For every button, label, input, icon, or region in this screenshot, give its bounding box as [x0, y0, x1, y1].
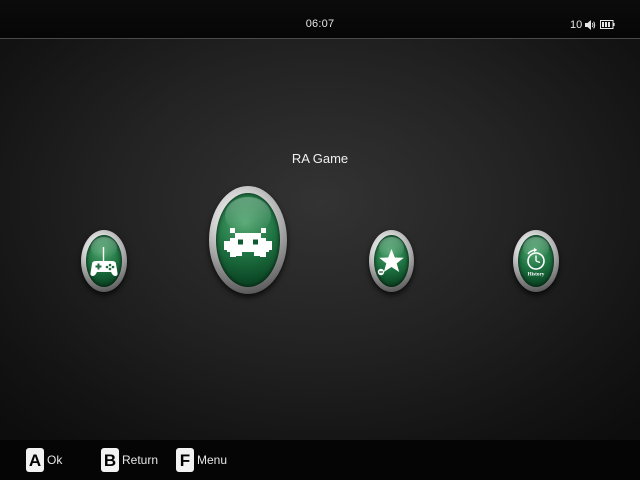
retroarch-button-face — [216, 193, 280, 287]
clock: 06:07 — [305, 18, 335, 30]
hint-ok[interactable]: A Ok — [26, 447, 62, 473]
star-icon — [377, 249, 404, 276]
games-button-face — [86, 235, 122, 287]
battery-icon — [600, 20, 615, 29]
volume-indicator: 10 — [570, 18, 596, 31]
gamepad-icon — [90, 247, 118, 276]
a-key-icon: A — [26, 448, 44, 472]
retroarch-invader-icon — [224, 228, 272, 257]
history-caption: History — [528, 272, 545, 278]
f-key-icon: F — [176, 448, 194, 472]
hint-return-label: Return — [122, 453, 159, 467]
history-button[interactable]: History — [513, 230, 559, 292]
hint-ok-label: Ok — [47, 453, 63, 467]
b-key-icon: B — [101, 448, 119, 472]
hint-return[interactable]: B Return — [101, 447, 158, 473]
game-menu-screen: 06:07 10 RA Game History A Ok B Return F… — [0, 0, 640, 480]
volume-level: 10 — [570, 18, 583, 31]
hint-menu-label: Menu — [197, 453, 228, 467]
games-button[interactable] — [81, 230, 127, 292]
selected-item-title: RA Game — [291, 151, 349, 166]
button-hint-bar: A Ok B Return F Menu — [0, 440, 640, 480]
history-button-face: History — [518, 235, 554, 287]
status-bar: 06:07 10 — [0, 0, 640, 39]
hint-menu[interactable]: F Menu — [176, 447, 227, 473]
history-clock-icon: History — [527, 247, 545, 278]
favorites-button[interactable] — [369, 230, 414, 292]
favorites-button-face — [374, 235, 409, 287]
retroarch-button[interactable] — [209, 186, 287, 294]
speaker-icon — [585, 19, 596, 30]
